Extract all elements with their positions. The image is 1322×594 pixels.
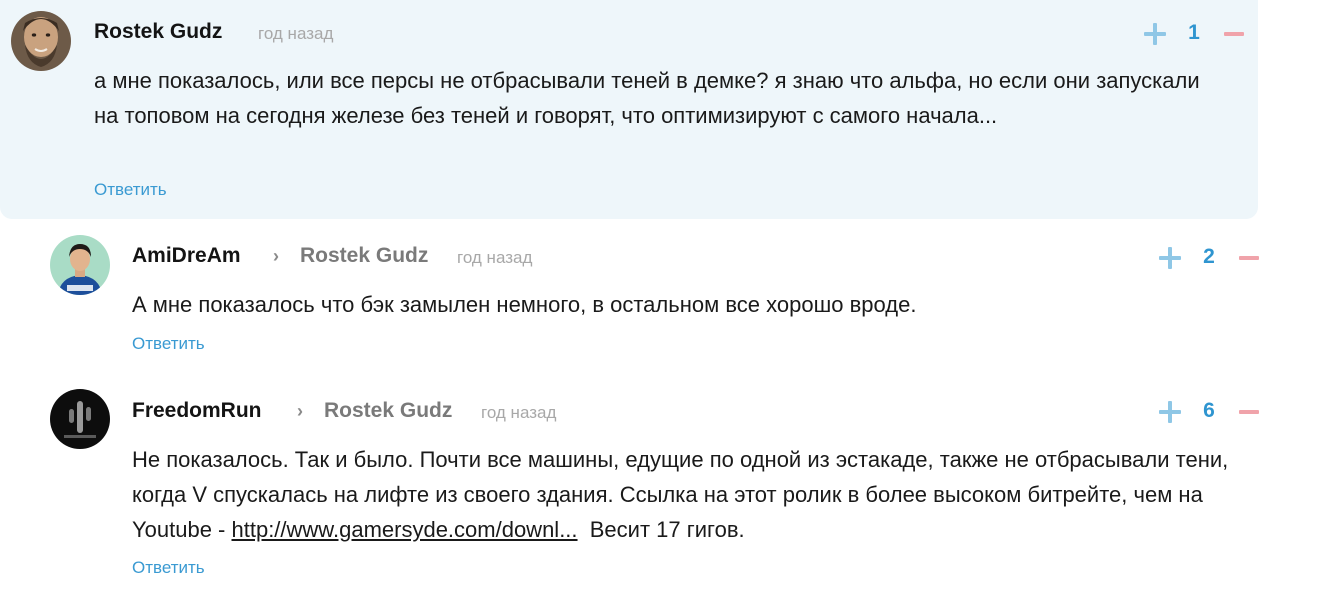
chevron-right-icon: › (273, 246, 279, 266)
reply-button[interactable]: Ответить (94, 180, 167, 200)
vote-score: 2 (1203, 245, 1215, 268)
video-link[interactable]: http://www.gamersyde.com/downl... (232, 517, 578, 542)
reply-to-name[interactable]: Rostek Gudz (324, 399, 452, 423)
comment-text: А мне показалось что бэк замылен немного… (132, 292, 917, 317)
comment-item: Rostek Gudz год назад а мне показалось, … (0, 0, 1258, 219)
downvote-minus-icon[interactable] (1224, 32, 1244, 36)
downvote-minus-icon[interactable] (1239, 410, 1259, 414)
comment-text: Не показалось. Так и было. Почти все маш… (132, 442, 1282, 547)
comment-text-after: Весит 17 гигов. (577, 517, 745, 542)
upvote-plus-icon[interactable] (1159, 247, 1181, 269)
avatar[interactable] (50, 235, 110, 295)
reply-button[interactable]: Ответить (132, 558, 205, 578)
comment-item: FreedomRun › Rostek Gudz год назад Не по… (0, 380, 1322, 590)
author-name[interactable]: FreedomRun (132, 399, 262, 423)
chevron-right-icon: › (297, 401, 303, 421)
upvote-plus-icon[interactable] (1144, 23, 1166, 45)
comment-time: год назад (258, 24, 334, 43)
downvote-minus-icon[interactable] (1239, 256, 1259, 260)
author-name[interactable]: Rostek Gudz (94, 20, 222, 44)
comments-thread: Rostek Gudz год назад а мне показалось, … (0, 0, 1322, 594)
author-name[interactable]: AmiDreAm (132, 244, 241, 268)
reply-button[interactable]: Ответить (132, 334, 205, 354)
vote-score: 1 (1188, 21, 1200, 44)
avatar[interactable] (11, 11, 71, 71)
avatar[interactable] (50, 389, 110, 449)
vote-score: 6 (1203, 399, 1215, 422)
upvote-plus-icon[interactable] (1159, 401, 1181, 423)
comment-item: AmiDreAm › Rostek Gudz год назад А мне п… (0, 225, 1322, 365)
reply-to-name[interactable]: Rostek Gudz (300, 244, 428, 268)
comment-time: год назад (481, 403, 557, 422)
comment-text: а мне показалось, или все персы не отбра… (94, 68, 1200, 128)
comment-time: год назад (457, 248, 533, 267)
